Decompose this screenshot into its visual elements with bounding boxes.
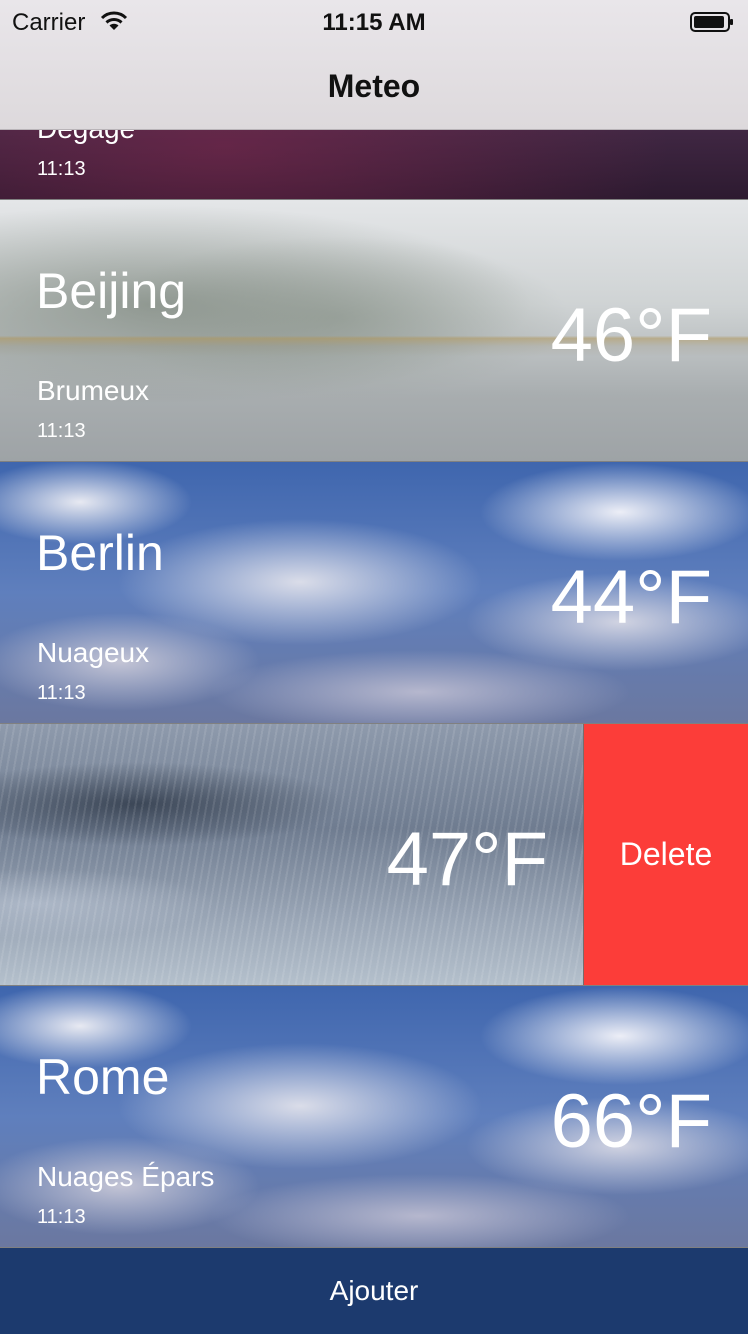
status-time: 11:15 AM [322, 9, 426, 36]
weather-row[interactable]: Berlin Nuageux 11:13 44°F [0, 462, 748, 724]
update-time: 11:13 [37, 682, 86, 704]
city-name: Beijing [36, 263, 187, 319]
delete-button[interactable]: Delete [583, 724, 748, 985]
add-button[interactable]: Ajouter [0, 1248, 748, 1334]
weather-row[interactable]: Beijing Brumeux 11:13 46°F [0, 200, 748, 462]
temperature: 46°F [550, 293, 712, 378]
temperature: 66°F [550, 1079, 712, 1164]
swiped-row-content[interactable]: 47°F [0, 724, 584, 985]
city-name: Rome [36, 1049, 170, 1105]
page-title: Meteo [327, 68, 421, 104]
update-time: 11:13 [37, 420, 86, 442]
battery-icon [690, 12, 733, 32]
navigation-bar: Carrier 11:15 AM Meteo [0, 0, 748, 130]
weather-list[interactable]: Dégagé 11:13 Beijing Brumeux 11:13 46°F … [0, 0, 748, 1248]
weather-condition: Nuages Épars [37, 1161, 215, 1192]
update-time: 11:13 [37, 1206, 86, 1228]
temperature: 47°F [386, 817, 548, 902]
weather-condition: Nuageux [37, 637, 150, 668]
weather-row-swiped[interactable]: 47°F Delete [0, 724, 748, 986]
update-time: 11:13 [37, 158, 86, 180]
weather-row[interactable]: Rome Nuages Épars 11:13 66°F [0, 986, 748, 1248]
city-name: Berlin [36, 525, 164, 581]
status-bar: Carrier 11:15 AM [0, 0, 748, 42]
temperature: 44°F [550, 555, 712, 640]
weather-condition: Brumeux [37, 375, 150, 406]
